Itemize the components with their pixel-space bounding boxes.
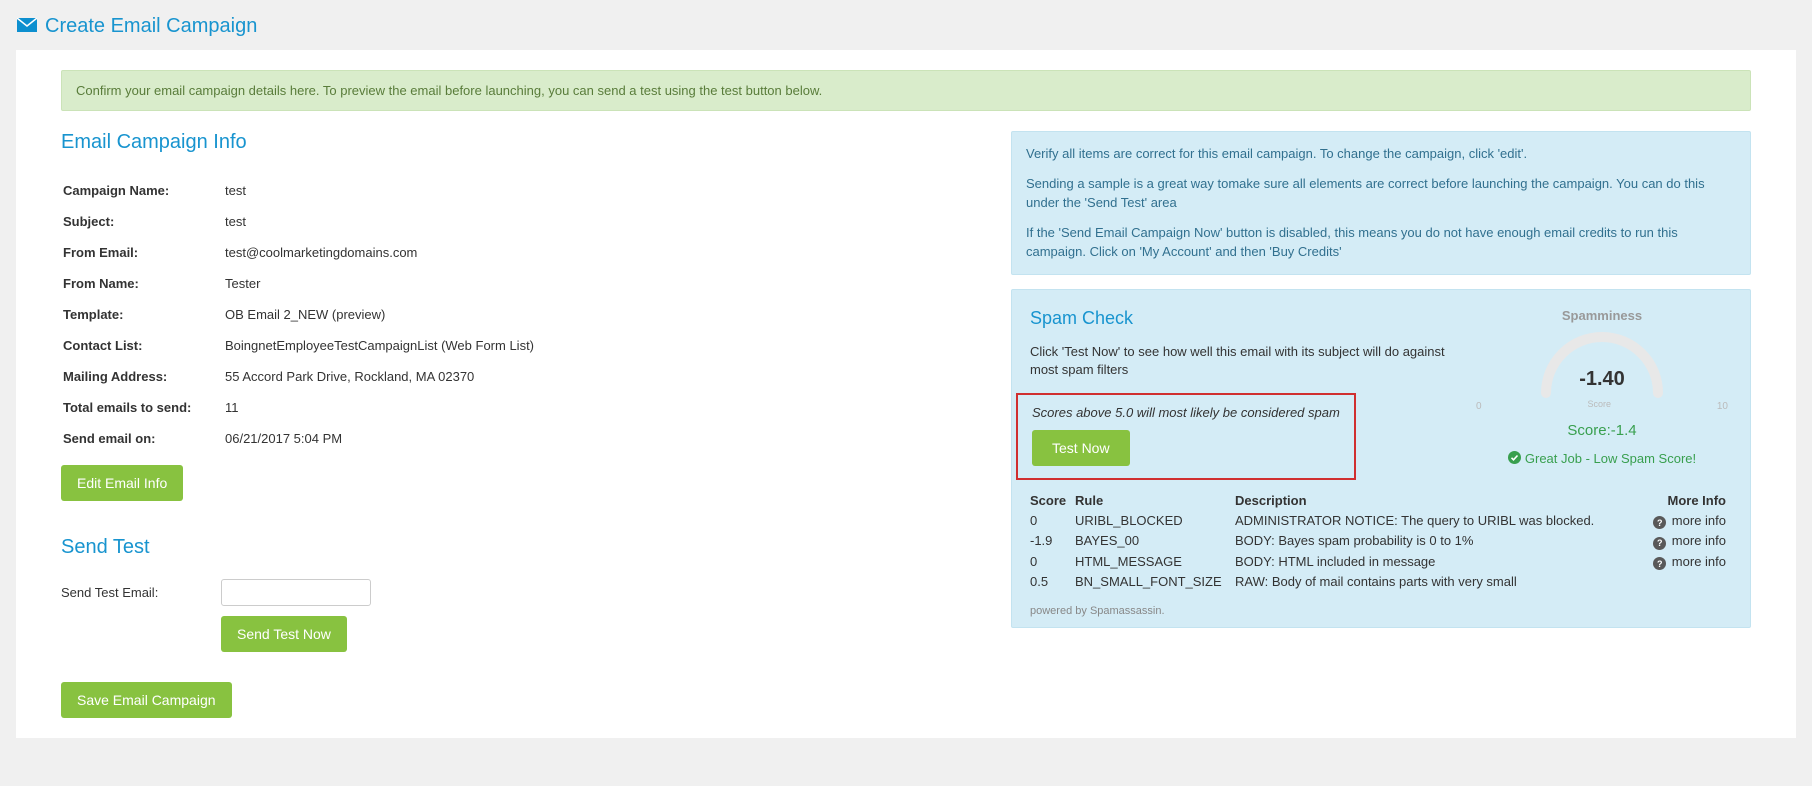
test-now-button[interactable]: Test Now [1032,430,1130,466]
spam-threshold-note: Scores above 5.0 will most likely be con… [1032,405,1340,420]
verify-info-panel: Verify all items are correct for this em… [1011,131,1751,275]
confirm-alert: Confirm your email campaign details here… [61,70,1751,111]
test-now-highlight: Scores above 5.0 will most likely be con… [1016,393,1356,480]
table-row: 0.5BN_SMALL_FONT_SIZERAW: Body of mail c… [1030,572,1732,591]
info-p2: Sending a sample is a great way tomake s… [1026,174,1736,213]
page-title: Create Email Campaign [45,15,257,38]
great-job-message: Great Job - Low Spam Score! [1508,451,1696,467]
cell-rule: BN_SMALL_FONT_SIZE [1075,572,1235,591]
label-from-name: From Name: [63,269,223,298]
question-icon: ? [1653,537,1666,550]
table-row: 0URIBL_BLOCKEDADMINISTRATOR NOTICE: The … [1030,511,1732,532]
cell-score: 0 [1030,511,1075,532]
more-info-link[interactable]: ? more info [1653,513,1726,528]
spamminess-label: Spamminess [1472,308,1732,323]
spam-check-description: Click 'Test Now' to see how well this em… [1030,343,1452,379]
more-info-link[interactable]: ? more info [1653,554,1726,569]
value-send-on: 06/21/2017 5:04 PM [225,424,979,453]
spam-check-title: Spam Check [1030,308,1452,329]
spam-check-panel: Spam Check Click 'Test Now' to see how w… [1011,289,1751,629]
label-total-emails: Total emails to send: [63,393,223,422]
score-text: Score:-1.4 [1472,422,1732,439]
table-row: -1.9BAYES_00BODY: Bayes spam probability… [1030,531,1732,552]
edit-email-info-button[interactable]: Edit Email Info [61,465,183,501]
cell-rule: HTML_MESSAGE [1075,552,1235,573]
gauge-score-label: Score [1587,399,1611,412]
cell-description: BODY: HTML included in message [1235,552,1642,573]
cell-more-info: ? more info [1642,552,1732,573]
gauge-max: 10 [1717,401,1728,412]
save-email-campaign-button[interactable]: Save Email Campaign [61,682,232,718]
label-subject: Subject: [63,207,223,236]
th-more-info: More Info [1642,490,1732,511]
table-row: From Email:test@coolmarketingdomains.com [63,238,979,267]
cell-more-info: ? more info [1642,531,1732,552]
cell-score: -1.9 [1030,531,1075,552]
cell-score: 0 [1030,552,1075,573]
value-campaign-name: test [225,176,979,205]
gauge-min: 0 [1476,401,1482,412]
content-panel: Confirm your email campaign details here… [16,50,1796,738]
value-from-email: test@coolmarketingdomains.com [225,238,979,267]
send-test-title: Send Test [61,536,981,559]
value-template: OB Email 2_NEW (preview) [225,300,979,329]
campaign-info-table: Campaign Name:test Subject:test From Ema… [61,174,981,455]
table-row: Template:OB Email 2_NEW (preview) [63,300,979,329]
th-score: Score [1030,490,1075,511]
value-subject: test [225,207,979,236]
table-row: From Name:Tester [63,269,979,298]
spamassassin-link[interactable]: Spamassassin [1090,605,1162,617]
spam-results-table: Score Rule Description More Info 0URIBL_… [1030,490,1732,592]
label-contact-list: Contact List: [63,331,223,360]
value-from-name: Tester [225,269,979,298]
label-mailing-address: Mailing Address: [63,362,223,391]
label-from-email: From Email: [63,238,223,267]
cell-more-info: ? more info [1642,511,1732,532]
cell-score: 0.5 [1030,572,1075,591]
info-p3: If the 'Send Email Campaign Now' button … [1026,223,1736,262]
page-header: Create Email Campaign [0,0,1812,50]
table-row: Subject:test [63,207,979,236]
cell-more-info [1642,572,1732,591]
label-send-on: Send email on: [63,424,223,453]
info-p1: Verify all items are correct for this em… [1026,144,1736,164]
cell-description: BODY: Bayes spam probability is 0 to 1% [1235,531,1642,552]
table-row: Send email on:06/21/2017 5:04 PM [63,424,979,453]
th-description: Description [1235,490,1642,511]
th-rule: Rule [1075,490,1235,511]
send-test-email-input[interactable] [221,579,371,606]
table-row: Campaign Name:test [63,176,979,205]
value-total-emails: 11 [225,393,979,422]
question-icon: ? [1653,516,1666,529]
table-row: 0HTML_MESSAGEBODY: HTML included in mess… [1030,552,1732,573]
mail-icon [17,18,37,35]
more-info-link[interactable]: ? more info [1653,533,1726,548]
value-mailing-address: 55 Accord Park Drive, Rockland, MA 02370 [225,362,979,391]
cell-rule: BAYES_00 [1075,531,1235,552]
table-row: Contact List:BoingnetEmployeeTestCampaig… [63,331,979,360]
check-circle-icon [1508,451,1521,467]
powered-by: powered by Spamassassin. [1030,605,1732,617]
campaign-info-title: Email Campaign Info [61,131,981,154]
gauge-value: -1.40 [1532,368,1672,391]
send-test-label: Send Test Email: [61,579,181,600]
cell-description: ADMINISTRATOR NOTICE: The query to URIBL… [1235,511,1642,532]
spamminess-gauge: -1.40 [1532,329,1672,399]
question-icon: ? [1653,557,1666,570]
value-contact-list: BoingnetEmployeeTestCampaignList (Web Fo… [225,331,979,360]
label-template: Template: [63,300,223,329]
table-row: Mailing Address:55 Accord Park Drive, Ro… [63,362,979,391]
cell-rule: URIBL_BLOCKED [1075,511,1235,532]
table-row: Total emails to send:11 [63,393,979,422]
send-test-now-button[interactable]: Send Test Now [221,616,347,652]
label-campaign-name: Campaign Name: [63,176,223,205]
cell-description: RAW: Body of mail contains parts with ve… [1235,572,1642,591]
